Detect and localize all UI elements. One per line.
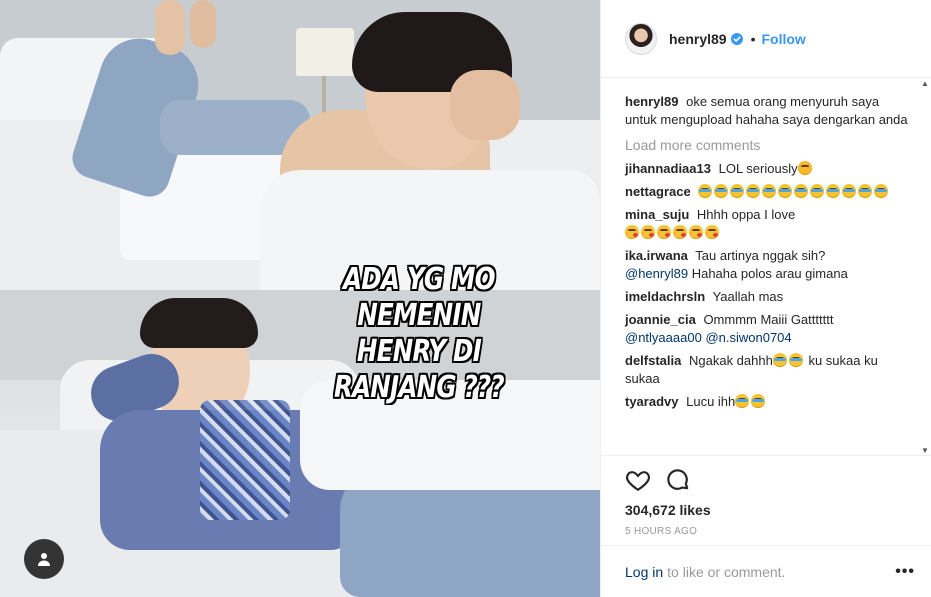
kiss-emoji-icon xyxy=(625,225,721,240)
comments-scrollbar[interactable]: ▲ ▼ xyxy=(921,79,929,455)
login-prompt-text: to like or comment. xyxy=(667,563,786,580)
comment-item: ika.irwana Tau artinya nggak sih? @henry… xyxy=(625,247,913,283)
heart-icon[interactable] xyxy=(625,467,651,493)
comment-mention[interactable]: @henryl89 xyxy=(625,266,688,281)
comment-text: Lucu ihh xyxy=(686,394,736,409)
header-username[interactable]: henryl89 xyxy=(669,31,727,47)
comment-username[interactable]: imeldachrsln xyxy=(625,289,705,304)
likes-count[interactable]: 304,672 likes xyxy=(625,502,915,518)
login-link[interactable]: Log in xyxy=(625,564,663,580)
emoji-icon xyxy=(797,161,812,175)
comment-text: LOL seriously xyxy=(718,161,798,176)
follow-button[interactable]: Follow xyxy=(762,31,806,47)
post-header: henryl89 • Follow xyxy=(601,0,931,78)
comment-text-continued: Hahaha polos arau gimana xyxy=(691,266,848,281)
crying-laughing-emoji-icon xyxy=(772,353,805,368)
comment-item: imeldachrsln Yaallah mas xyxy=(625,288,913,306)
comment-item: tyaradvy Lucu ihh xyxy=(625,393,913,411)
post-sidebar: henryl89 • Follow henryl89 oke semua ora… xyxy=(600,0,931,597)
post-caption: henryl89 oke semua orang menyuruh saya u… xyxy=(625,93,913,129)
load-more-comments-button[interactable]: Load more comments xyxy=(625,137,913,153)
post-timestamp: 5 HOURS AGO xyxy=(625,526,698,537)
action-icons-row xyxy=(625,464,915,496)
login-prompt: Log in to like or comment. ••• xyxy=(601,545,931,597)
comment-username[interactable]: nettagrace xyxy=(625,184,691,199)
comment-item: nettagrace xyxy=(625,183,913,201)
comment-text: Tau artinya nggak sih? xyxy=(695,248,826,263)
post-image[interactable]: ADA YG MO NEMENIN HENRY DI RANJANG ??? xyxy=(0,0,600,597)
comment-item: joannie_cia Ommmm Maiii Gattttttt @ntlya… xyxy=(625,311,913,347)
comment-mention[interactable]: @ntlyaaaa00 xyxy=(625,330,702,345)
image-caption-text: ADA YG MO NEMENIN HENRY DI RANJANG ??? xyxy=(300,262,538,406)
instagram-post-modal: ADA YG MO NEMENIN HENRY DI RANJANG ??? h… xyxy=(0,0,931,597)
scroll-down-arrow-icon[interactable]: ▼ xyxy=(921,446,929,455)
comment-text: Yaallah mas xyxy=(712,289,784,304)
more-options-button[interactable]: ••• xyxy=(895,563,915,581)
caption-line-2: HENRY DI RANJANG ??? xyxy=(333,334,505,405)
comment-item: delfstalia Ngakak dahhh ku sukaa ku suka… xyxy=(625,352,913,388)
comment-text: Ngakak dahhh xyxy=(688,353,773,368)
avatar[interactable] xyxy=(625,22,657,55)
comments-list[interactable]: henryl89 oke semua orang menyuruh saya u… xyxy=(601,79,931,455)
photo-top-panel xyxy=(0,0,600,290)
crying-laughing-emoji-icon xyxy=(735,394,767,409)
header-separator: • xyxy=(750,30,756,47)
tagged-users-button[interactable] xyxy=(24,539,64,579)
comment-text: Hhhh oppa I love xyxy=(696,207,796,222)
caption-username[interactable]: henryl89 xyxy=(625,94,678,109)
comment-mention[interactable]: @n.siwon0704 xyxy=(705,330,791,345)
comment-username[interactable]: jihannadiaa13 xyxy=(625,161,711,176)
comment-icon[interactable] xyxy=(665,467,691,493)
comment-username[interactable]: delfstalia xyxy=(625,353,681,368)
comment-item: jihannadiaa13 LOL seriously xyxy=(625,160,913,178)
crying-laughing-emoji-icon xyxy=(698,184,890,199)
comment-username[interactable]: mina_suju xyxy=(625,207,689,222)
comment-username[interactable]: ika.irwana xyxy=(625,248,688,263)
verified-badge-icon xyxy=(730,32,743,45)
comment-text: Ommmm Maiii Gattttttt xyxy=(703,312,834,327)
comment-username[interactable]: joannie_cia xyxy=(625,312,696,327)
caption-line-1: ADA YG MO NEMENIN xyxy=(343,262,495,333)
person-icon xyxy=(38,553,50,566)
comment-username[interactable]: tyaradvy xyxy=(625,394,678,409)
comment-item: mina_suju Hhhh oppa I love xyxy=(625,206,913,242)
scroll-up-arrow-icon[interactable]: ▲ xyxy=(921,79,929,88)
